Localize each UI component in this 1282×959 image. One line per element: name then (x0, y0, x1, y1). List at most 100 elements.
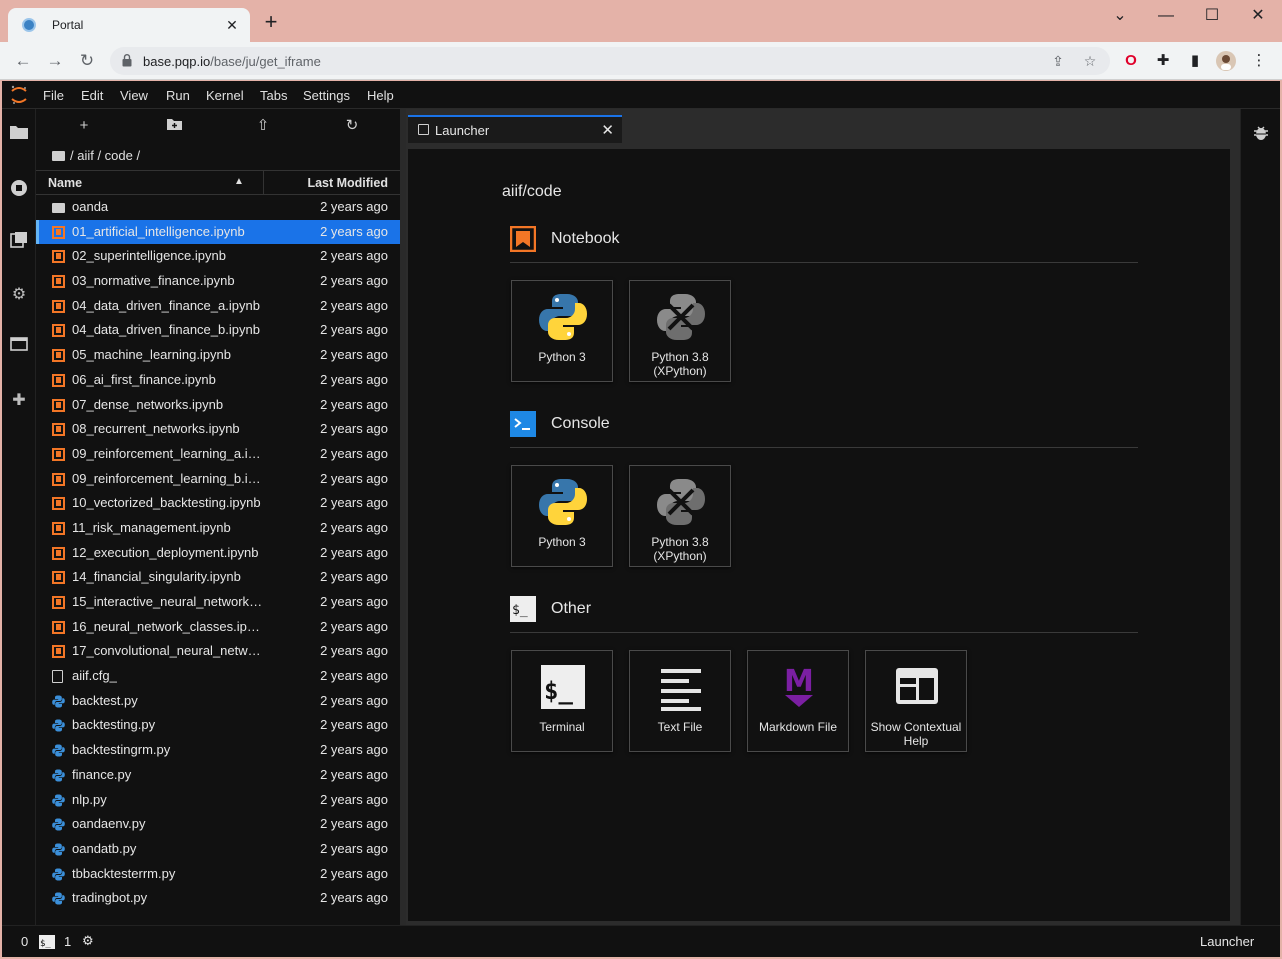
menubar: File Edit View Run Kernel Tabs Settings … (2, 81, 1280, 109)
close-tab-icon[interactable]: ✕ (601, 121, 614, 139)
file-row[interactable]: oandaenv.py 2 years ago (36, 812, 400, 837)
tab-launcher[interactable]: Launcher ✕ (408, 115, 622, 143)
opera-extension-icon[interactable]: O (1121, 51, 1141, 71)
file-row[interactable]: oanda 2 years ago (36, 195, 400, 220)
share-icon[interactable]: ⇪ (1049, 52, 1067, 70)
menu-edit[interactable]: Edit (81, 88, 103, 103)
extension-manager-puzzle-icon[interactable]: ✚ (9, 391, 29, 411)
file-row[interactable]: finance.py 2 years ago (36, 763, 400, 788)
card-notebook-xpython[interactable]: Python 3.8 (XPython) (629, 280, 731, 382)
file-row[interactable]: 09_reinforcement_learning_a.ip... 2 years… (36, 442, 400, 467)
window-close-icon[interactable]: ✕ (1243, 4, 1273, 28)
menu-kernel[interactable]: Kernel (206, 88, 244, 103)
kernel-status-gear-icon[interactable]: ⚙ (82, 933, 94, 949)
card-notebook-python3[interactable]: Python 3 (511, 280, 613, 382)
file-row[interactable]: 01_artificial_intelligence.ipynb 2 years … (36, 219, 400, 245)
menu-file[interactable]: File (43, 88, 64, 103)
menu-help[interactable]: Help (367, 88, 394, 103)
menu-settings[interactable]: Settings (303, 88, 350, 103)
notebook-file-icon (52, 299, 65, 313)
minimize-icon[interactable]: — (1151, 4, 1181, 28)
status-terminal-count[interactable]: 1 (64, 934, 71, 949)
file-row[interactable]: 08_recurrent_networks.ipynb 2 years ago (36, 417, 400, 442)
card-terminal[interactable]: $_ Terminal (511, 650, 613, 752)
file-row[interactable]: 11_risk_management.ipynb 2 years ago (36, 516, 400, 541)
folder-icon[interactable] (9, 125, 29, 145)
card-markdown-file[interactable]: M Markdown File (747, 650, 849, 752)
file-row[interactable]: aiif.cfg_ 2 years ago (36, 664, 400, 689)
file-row[interactable]: tradingbot.py 2 years ago (36, 886, 400, 911)
breadcrumb[interactable]: / aiif / code / (52, 148, 140, 163)
file-row[interactable]: backtesting.py 2 years ago (36, 713, 400, 738)
new-launcher-plus-icon[interactable]: + (74, 117, 94, 135)
open-tabs-icon[interactable] (9, 337, 29, 357)
file-row[interactable]: 04_data_driven_finance_a.ipynb 2 years ag… (36, 294, 400, 319)
file-row[interactable]: 07_dense_networks.ipynb 2 years ago (36, 393, 400, 418)
file-row[interactable]: 04_data_driven_finance_b.ipynb 2 years ag… (36, 318, 400, 343)
file-name: 04_data_driven_finance_b.ipynb (72, 322, 260, 338)
maximize-icon[interactable]: ☐ (1197, 4, 1227, 28)
card-label: Terminal (539, 720, 585, 734)
tab-search-chevron-icon[interactable]: ⌄ (1105, 4, 1135, 28)
file-row[interactable]: 17_convolutional_neural_netwo... 2 years … (36, 639, 400, 664)
new-tab-plus-icon[interactable]: + (260, 11, 282, 34)
file-row[interactable]: 02_superintelligence.ipynb 2 years ago (36, 244, 400, 269)
file-row[interactable]: 14_financial_singularity.ipynb 2 years ag… (36, 565, 400, 590)
file-modified: 2 years ago (320, 495, 388, 511)
file-row[interactable]: 15_interactive_neural_networks.... 2 year… (36, 590, 400, 615)
back-arrow-icon[interactable]: ← (12, 50, 34, 72)
menu-run[interactable]: Run (166, 88, 190, 103)
file-row[interactable]: backtest.py 2 years ago (36, 689, 400, 714)
file-row[interactable]: backtestingrm.py 2 years ago (36, 738, 400, 763)
file-row[interactable]: 16_neural_network_classes.ipynb 2 years a… (36, 615, 400, 640)
python-file-icon (52, 794, 65, 807)
file-row[interactable]: 06_ai_first_finance.ipynb 2 years ago (36, 368, 400, 393)
breadcrumb-folder-icon[interactable] (52, 151, 65, 161)
column-last-modified-header[interactable]: Last Modified (307, 176, 388, 190)
upload-icon[interactable]: ⇧ (253, 117, 273, 135)
running-kernels-icon[interactable] (9, 179, 29, 199)
property-inspector-gears-icon[interactable]: ⚙ (9, 285, 29, 305)
forward-arrow-icon[interactable]: → (44, 50, 66, 72)
file-name: 09_reinforcement_learning_b.ip... (72, 470, 264, 486)
sort-ascending-icon[interactable]: ▲ (234, 176, 244, 187)
address-bar[interactable]: base.pqp.io/base/ju/get_iframe ⇪ ☆ (110, 47, 1110, 75)
file-modified: 2 years ago (320, 865, 388, 881)
launcher-panel: aiif/code Notebook Python 3 Python 3.8 (… (408, 149, 1230, 921)
browser-tab[interactable]: Portal ✕ (8, 8, 250, 42)
close-icon[interactable]: ✕ (222, 15, 242, 35)
card-contextual-help[interactable]: Show Contextual Help (865, 650, 967, 752)
status-kernel-count[interactable]: 0 (21, 934, 28, 949)
refresh-icon[interactable]: ↻ (342, 117, 362, 135)
file-row[interactable]: 03_normative_finance.ipynb 2 years ago (36, 269, 400, 294)
card-text-file[interactable]: Text File (629, 650, 731, 752)
card-console-xpython[interactable]: Python 3.8 (XPython) (629, 465, 731, 567)
jupyterlab-app: File Edit View Run Kernel Tabs Settings … (2, 81, 1280, 957)
file-row[interactable]: 09_reinforcement_learning_b.ip... 2 years… (36, 467, 400, 492)
column-resize-handle[interactable] (263, 171, 264, 195)
file-name: 04_data_driven_finance_a.ipynb (72, 297, 260, 313)
command-palette-icon[interactable] (9, 231, 29, 251)
file-row[interactable]: nlp.py 2 years ago (36, 788, 400, 813)
menu-tabs[interactable]: Tabs (260, 88, 287, 103)
menu-view[interactable]: View (120, 88, 148, 103)
file-row[interactable]: tbbacktesterrm.py 2 years ago (36, 862, 400, 887)
file-name: 16_neural_network_classes.ipynb (72, 618, 264, 634)
debugger-bug-icon[interactable] (1251, 125, 1271, 145)
file-row[interactable]: 10_vectorized_backtesting.ipynb 2 years a… (36, 491, 400, 516)
reload-icon[interactable]: ↻ (76, 50, 98, 72)
avatar[interactable] (1216, 51, 1236, 71)
terminal-status-icon[interactable]: $_ (39, 935, 55, 952)
file-name: oandatb.py (72, 840, 137, 856)
new-folder-icon[interactable] (164, 117, 184, 135)
kebab-menu-icon[interactable]: ⋮ (1249, 51, 1269, 71)
bookmark-star-icon[interactable]: ☆ (1081, 52, 1099, 70)
side-panel-icon[interactable]: ▮ (1185, 51, 1205, 71)
file-row[interactable]: 12_execution_deployment.ipynb 2 years ago (36, 541, 400, 566)
file-row[interactable]: oandatb.py 2 years ago (36, 837, 400, 862)
svg-text:$_: $_ (40, 939, 51, 949)
card-console-python3[interactable]: Python 3 (511, 465, 613, 567)
file-row[interactable]: 05_machine_learning.ipynb 2 years ago (36, 343, 400, 368)
extensions-puzzle-icon[interactable]: ✚ (1153, 51, 1173, 71)
column-name-header[interactable]: Name (48, 176, 82, 190)
